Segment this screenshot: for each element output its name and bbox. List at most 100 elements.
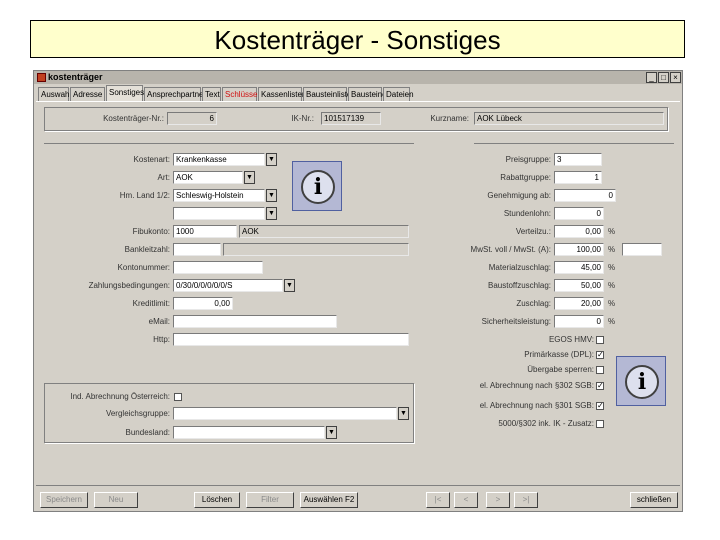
fibukonto-field[interactable]: 1000 [173, 225, 237, 238]
last-record-button[interactable]: >| [514, 492, 538, 508]
uebergabe-sperren-label: Übergabe sperren: [527, 365, 594, 374]
close-icon[interactable]: × [670, 72, 681, 83]
filter-button[interactable]: Filter [246, 492, 294, 508]
prev-record-button[interactable]: < [454, 492, 478, 508]
primaerkasse-label: Primärkasse (DPL): [524, 350, 594, 359]
land-select[interactable]: Schleswig-Holstein [173, 189, 265, 202]
zuschlag-label: Zuschlag: [516, 299, 551, 308]
tab-schluessel[interactable]: Schlüssel [222, 87, 259, 101]
auswaehlen-button[interactable]: Auswählen F2 [300, 492, 358, 508]
window-titlebar[interactable]: kostenträger [34, 71, 682, 84]
kontonummer-field[interactable] [173, 261, 263, 274]
abrechnung-oesterreich-checkbox[interactable] [174, 393, 182, 401]
uebergabe-sperren-checkbox[interactable] [596, 366, 604, 374]
maximize-icon[interactable]: □ [658, 72, 669, 83]
el-abrechnung-301-checkbox[interactable]: ✓ [596, 402, 604, 410]
loeschen-button[interactable]: Löschen [194, 492, 240, 508]
kurzname-field: AOK Lübeck [474, 112, 664, 125]
rabattgruppe-label: Rabattgruppe: [500, 173, 551, 182]
ik-zusatz-label: 5000/§302 ink. IK - Zusatz: [498, 419, 594, 428]
verteilzu-label: Verteilzu.: [515, 227, 551, 236]
zahlungsbedingungen-field[interactable]: 0/30/0/0/0/0/0/S [173, 279, 283, 292]
stundenlohn-label: Stundenlohn: [503, 209, 551, 218]
minimize-icon[interactable]: _ [646, 72, 657, 83]
chevron-down-icon[interactable]: ▼ [284, 279, 295, 292]
tab-ansprechpartner[interactable]: Ansprechpartner [144, 87, 206, 101]
mwst-field-2[interactable] [622, 243, 662, 256]
baustoffzuschlag-unit: % [608, 281, 616, 290]
kreditlimit-field[interactable]: 0,00 [173, 297, 233, 310]
bundesland-label: Bundesland: [125, 428, 170, 437]
el-abrechnung-302-label: el. Abrechnung nach §302 SGB: [479, 381, 594, 390]
mwst-field[interactable]: 100,00 [554, 243, 604, 256]
kurzname-label: Kurzname: [430, 114, 469, 123]
kontonummer-label: Kontonummer: [117, 263, 170, 272]
tab-sonstiges[interactable]: Sonstiges [106, 85, 144, 102]
neu-button[interactable]: Neu [94, 492, 138, 508]
verteilzu-unit: % [608, 227, 616, 236]
email-field[interactable] [173, 315, 337, 328]
ik-zusatz-checkbox[interactable] [596, 420, 604, 428]
zuschlag-field[interactable]: 20,00 [554, 297, 604, 310]
chevron-down-icon[interactable]: ▼ [398, 407, 409, 420]
art-label: Art: [157, 173, 170, 182]
kostenart-label: Kostenart: [133, 155, 170, 164]
kostentraeger-window: kostenträger _ □ × Auswahl Adresse Sonst… [33, 70, 683, 512]
tab-bausteine[interactable]: Bausteine [348, 87, 387, 101]
materialzuschlag-unit: % [608, 263, 616, 272]
speichern-button[interactable]: Speichern [40, 492, 88, 508]
materialzuschlag-label: Materialzuschlag: [488, 263, 551, 272]
kreditlimit-label: Kreditlimit: [132, 299, 170, 308]
genehmigung-label: Genehmigung ab: [487, 191, 551, 200]
next-record-button[interactable]: > [486, 492, 510, 508]
el-abrechnung-302-checkbox[interactable]: ✓ [596, 382, 604, 390]
kostentraeger-nr-label: Kostenträger-Nr.: [103, 114, 164, 123]
chevron-down-icon[interactable]: ▼ [266, 207, 277, 220]
materialzuschlag-field[interactable]: 45,00 [554, 261, 604, 274]
tab-kassenlisten[interactable]: Kassenlisten [258, 87, 306, 101]
genehmigung-field[interactable]: 0 [554, 189, 616, 202]
button-separator [36, 485, 680, 486]
sicherheitsleistung-field[interactable]: 0 [554, 315, 604, 328]
tab-divider [36, 101, 680, 102]
tab-dateien[interactable]: Dateien [383, 87, 414, 101]
tab-adresse[interactable]: Adresse [70, 87, 105, 101]
left-separator [44, 143, 414, 144]
stundenlohn-field[interactable]: 0 [554, 207, 604, 220]
ik-nr-label: IK-Nr.: [291, 114, 314, 123]
chevron-down-icon[interactable]: ▼ [266, 153, 277, 166]
zahlungsbedingungen-label: Zahlungsbedingungen: [88, 281, 170, 290]
fibukonto-name: AOK [239, 225, 409, 238]
bankleitzahl-label: Bankleitzahl: [124, 245, 170, 254]
chevron-down-icon[interactable]: ▼ [244, 171, 255, 184]
art-select[interactable]: AOK [173, 171, 243, 184]
tab-text[interactable]: Text [202, 87, 221, 101]
baustoffzuschlag-field[interactable]: 50,00 [554, 279, 604, 292]
chevron-down-icon[interactable]: ▼ [326, 426, 337, 439]
mwst-unit: % [608, 245, 616, 254]
rabattgruppe-field[interactable]: 1 [554, 171, 602, 184]
bankleitzahl-field[interactable] [173, 243, 221, 256]
preisgruppe-field[interactable]: 3 [554, 153, 602, 166]
verteilzu-field[interactable]: 0,00 [554, 225, 604, 238]
schliessen-button[interactable]: schließen [630, 492, 678, 508]
land-label: Hm. Land 1/2: [119, 191, 170, 200]
first-record-button[interactable]: |< [426, 492, 450, 508]
chevron-down-icon[interactable]: ▼ [266, 189, 277, 202]
primaerkasse-checkbox[interactable]: ✓ [596, 351, 604, 359]
abrechnung-oesterreich-label: Ind. Abrechnung Österreich: [70, 392, 170, 401]
right-separator [474, 143, 674, 144]
vergleichsgruppe-select[interactable] [173, 407, 397, 420]
bundesland-select[interactable] [173, 426, 325, 439]
tab-bausteinliste[interactable]: Bausteinliste [303, 87, 351, 101]
egos-hmv-checkbox[interactable] [596, 336, 604, 344]
kostenart-select[interactable]: Krankenkasse [173, 153, 265, 166]
vergleichsgruppe-label: Vergleichsgruppe: [105, 409, 170, 418]
http-field[interactable] [173, 333, 409, 346]
land2-select[interactable] [173, 207, 265, 220]
slide-title: Kostenträger - Sonstiges [30, 20, 685, 58]
tab-auswahl[interactable]: Auswahl [38, 87, 71, 101]
fibukonto-label: Fibukonto: [132, 227, 170, 236]
el-abrechnung-301-label: el. Abrechnung nach §301 SGB: [479, 401, 594, 410]
window-title: kostenträger [48, 72, 103, 82]
